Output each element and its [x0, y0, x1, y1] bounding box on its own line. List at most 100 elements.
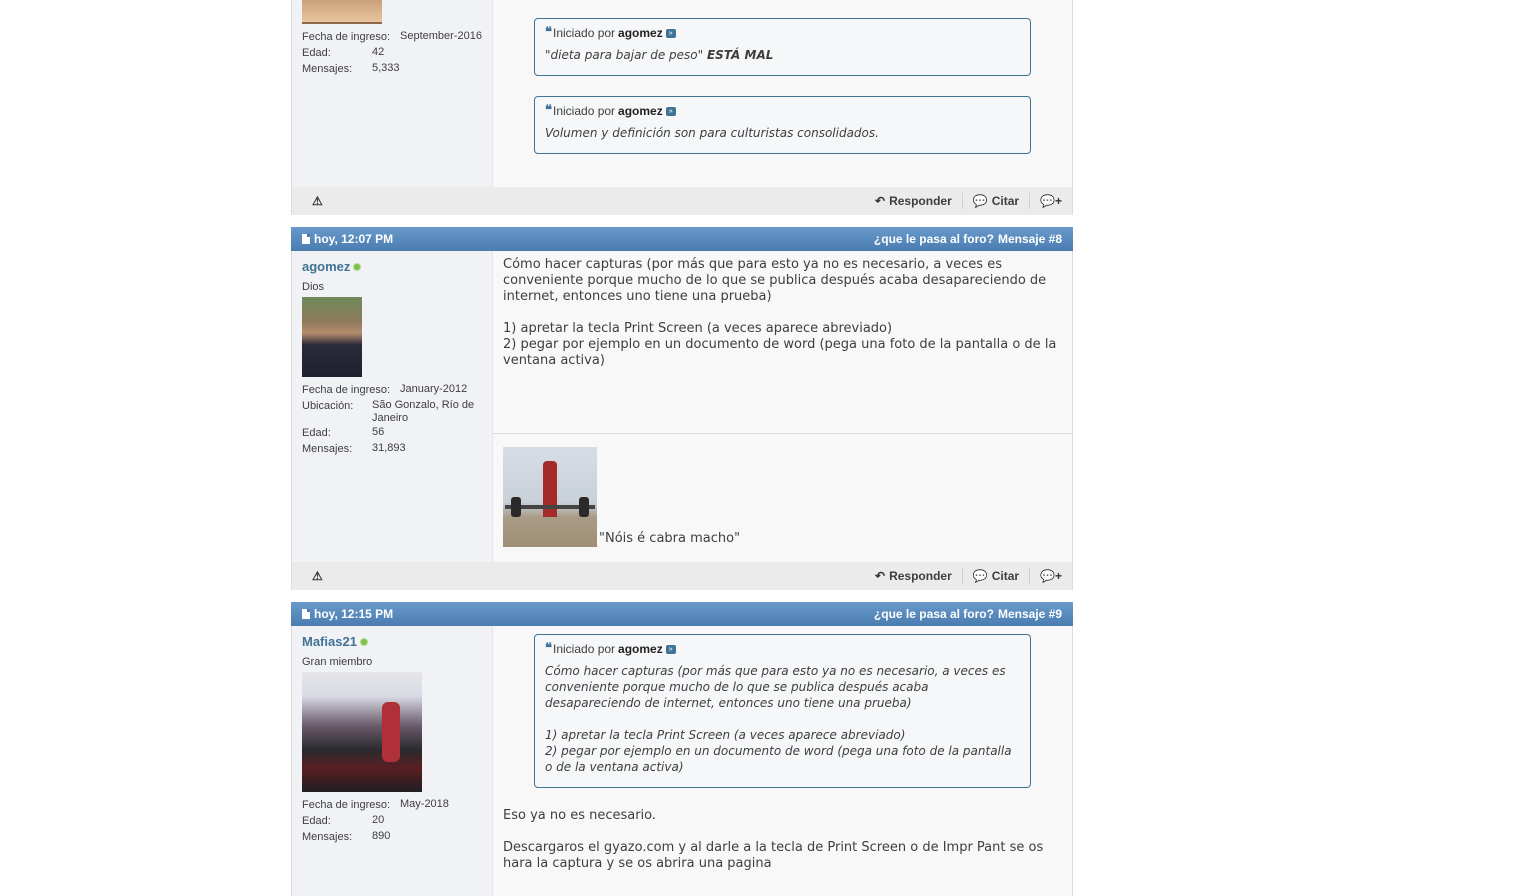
- quote-text-italic: "dieta para bajar de peso": [545, 48, 707, 62]
- multi-quote-button[interactable]: 💬+: [1030, 568, 1062, 584]
- avatar[interactable]: [302, 0, 382, 24]
- post-header: hoy, 12:07 PM ¿que le pasa al foro? Mensa…: [291, 227, 1073, 251]
- signature: "Nóis é cabra macho": [493, 433, 1072, 547]
- username-link[interactable]: Mafias21: [302, 634, 492, 649]
- stat-value: São Gonzalo, Río de Janeiro: [372, 399, 475, 424]
- stat-label: Mensajes:: [302, 443, 353, 455]
- quote-prefix: Iniciado por: [553, 104, 616, 118]
- view-post-icon[interactable]: »: [665, 106, 676, 116]
- message-line: Cómo hacer capturas (por más que para es…: [503, 257, 1047, 304]
- online-status-icon: [359, 637, 368, 646]
- reply-label: Responder: [889, 569, 952, 583]
- post-content: ❝ Iniciado por agomez » Cómo hacer captu…: [493, 626, 1072, 896]
- post-footer: ⚠ ↶ Responder 💬 Citar 💬+: [291, 562, 1073, 590]
- document-icon: [302, 234, 310, 244]
- thread-link[interactable]: ¿que le pasa al foro?: [874, 602, 994, 626]
- message-line: Eso ya no es necesario.: [503, 808, 657, 823]
- user-title: Gran miembro: [302, 656, 373, 668]
- quote-prefix: Iniciado por: [553, 26, 616, 40]
- avatar[interactable]: [302, 672, 422, 792]
- quote-block: ❝ Iniciado por agomez » "dieta para baja…: [534, 18, 1031, 76]
- post-content: Cómo hacer capturas (por más que para es…: [493, 251, 1072, 562]
- quote-button[interactable]: 💬 Citar: [963, 568, 1031, 584]
- online-status-icon: [353, 262, 362, 271]
- stat-value: 31,893: [372, 442, 406, 454]
- avatar[interactable]: [302, 297, 362, 377]
- post-date: hoy, 12:15 PM: [314, 607, 394, 621]
- quote-author[interactable]: agomez: [618, 641, 663, 657]
- report-icon[interactable]: ⚠: [312, 569, 323, 583]
- post-actions: ↶ Responder 💬 Citar 💬+: [865, 568, 1062, 584]
- stat-value: 56: [372, 426, 385, 438]
- quote-bubble-icon: 💬: [972, 569, 988, 583]
- signature-text: "Nóis é cabra macho": [599, 531, 741, 546]
- quote-text: "dieta para bajar de peso" ESTÁ MAL: [545, 47, 1020, 63]
- stat-value: 42: [372, 46, 385, 58]
- multi-quote-icon: 💬+: [1040, 194, 1062, 208]
- reply-button[interactable]: ↶ Responder: [865, 568, 963, 584]
- document-icon: [302, 609, 310, 619]
- stat-value: January-2012: [400, 383, 468, 395]
- post-header: hoy, 12:15 PM ¿que le pasa al foro? Mensa…: [291, 602, 1073, 626]
- quote-author[interactable]: agomez: [618, 25, 663, 41]
- username-link[interactable]: agomez: [302, 259, 492, 274]
- stat-label: Edad:: [302, 47, 331, 59]
- user-stats: Fecha de ingreso: September-2016 Edad: 42 …: [302, 29, 492, 77]
- quote-icon: ❝: [545, 103, 552, 118]
- stat-label: Fecha de ingreso:: [302, 31, 391, 43]
- quote-header: ❝ Iniciado por agomez »: [545, 25, 1020, 41]
- username: Mafias21: [302, 634, 357, 649]
- user-title: Dios: [302, 281, 325, 293]
- stat-label: Edad:: [302, 815, 331, 827]
- report-icon[interactable]: ⚠: [312, 194, 323, 208]
- post-9: hoy, 12:15 PM ¿que le pasa al foro? Mensa…: [291, 602, 1073, 896]
- userinfo: agomez Dios Fecha de ingreso: January-201…: [292, 251, 493, 562]
- stat-label: Fecha de ingreso:: [302, 799, 391, 811]
- quote-button[interactable]: 💬 Citar: [963, 193, 1031, 209]
- message-line: 2) pegar por ejemplo en un documento de …: [503, 337, 1057, 368]
- stat-label: Fecha de ingreso:: [302, 384, 391, 396]
- stat-value: 890: [372, 830, 391, 842]
- stat-value: September-2016: [400, 30, 482, 42]
- quote-header: ❝ Iniciado por agomez »: [545, 641, 1020, 657]
- view-post-icon[interactable]: »: [665, 644, 676, 654]
- multi-quote-button[interactable]: 💬+: [1030, 193, 1062, 209]
- user-stats: Fecha de ingreso: January-2012 Ubicación:…: [302, 382, 492, 457]
- userinfo: Mafias21 Gran miembro Fecha de ingreso: M…: [292, 626, 493, 896]
- stat-value: 20: [372, 814, 385, 826]
- quote-bubble-icon: 💬: [972, 194, 988, 208]
- quote-text-bold: ESTÁ MAL: [706, 48, 774, 62]
- stat-label: Mensajes:: [302, 63, 353, 75]
- post-footer: ⚠ ↶ Responder 💬 Citar 💬+: [291, 187, 1073, 215]
- reply-button[interactable]: ↶ Responder: [865, 193, 963, 209]
- reply-icon: ↶: [875, 194, 886, 208]
- stat-label: Ubicación:: [302, 400, 354, 412]
- message-line: 1) apretar la tecla Print Screen (a vece…: [503, 321, 893, 336]
- post-actions: ↶ Responder 💬 Citar 💬+: [865, 193, 1062, 209]
- quote-block: ❝ Iniciado por agomez » Cómo hacer captu…: [534, 634, 1031, 788]
- quote-icon: ❝: [545, 641, 552, 656]
- signature-image: [503, 447, 597, 547]
- reply-label: Responder: [889, 194, 952, 208]
- quote-line: 1) apretar la tecla Print Screen (a vece…: [545, 728, 906, 742]
- post-number-link[interactable]: Mensaje #9: [998, 602, 1062, 626]
- post-message: Cómo hacer capturas (por más que para es…: [493, 257, 1072, 433]
- quote-line: Cómo hacer capturas (por más que para es…: [545, 664, 1006, 710]
- thread-link[interactable]: ¿que le pasa al foro?: [874, 227, 994, 251]
- stat-label: Mensajes:: [302, 831, 353, 843]
- quote-text: Volumen y definición son para culturista…: [545, 126, 879, 140]
- post-message: Eso ya no es necesario. Descargaros el g…: [503, 808, 1062, 872]
- quote-author[interactable]: agomez: [618, 103, 663, 119]
- post-8: hoy, 12:07 PM ¿que le pasa al foro? Mensa…: [291, 227, 1073, 590]
- userinfo: Fecha de ingreso: September-2016 Edad: 42 …: [292, 0, 493, 187]
- view-post-icon[interactable]: »: [665, 28, 676, 38]
- post-date: hoy, 12:07 PM: [314, 232, 394, 246]
- quote-icon: ❝: [545, 25, 552, 40]
- post-number-link[interactable]: Mensaje #8: [998, 227, 1062, 251]
- stat-value: 5,333: [372, 62, 400, 74]
- quote-label: Citar: [991, 194, 1020, 208]
- multi-quote-icon: 💬+: [1040, 569, 1062, 583]
- quote-prefix: Iniciado por: [553, 642, 616, 656]
- post-content: ❝ Iniciado por agomez » "dieta para baja…: [493, 0, 1072, 187]
- post-7: Fecha de ingreso: September-2016 Edad: 42 …: [291, 0, 1073, 215]
